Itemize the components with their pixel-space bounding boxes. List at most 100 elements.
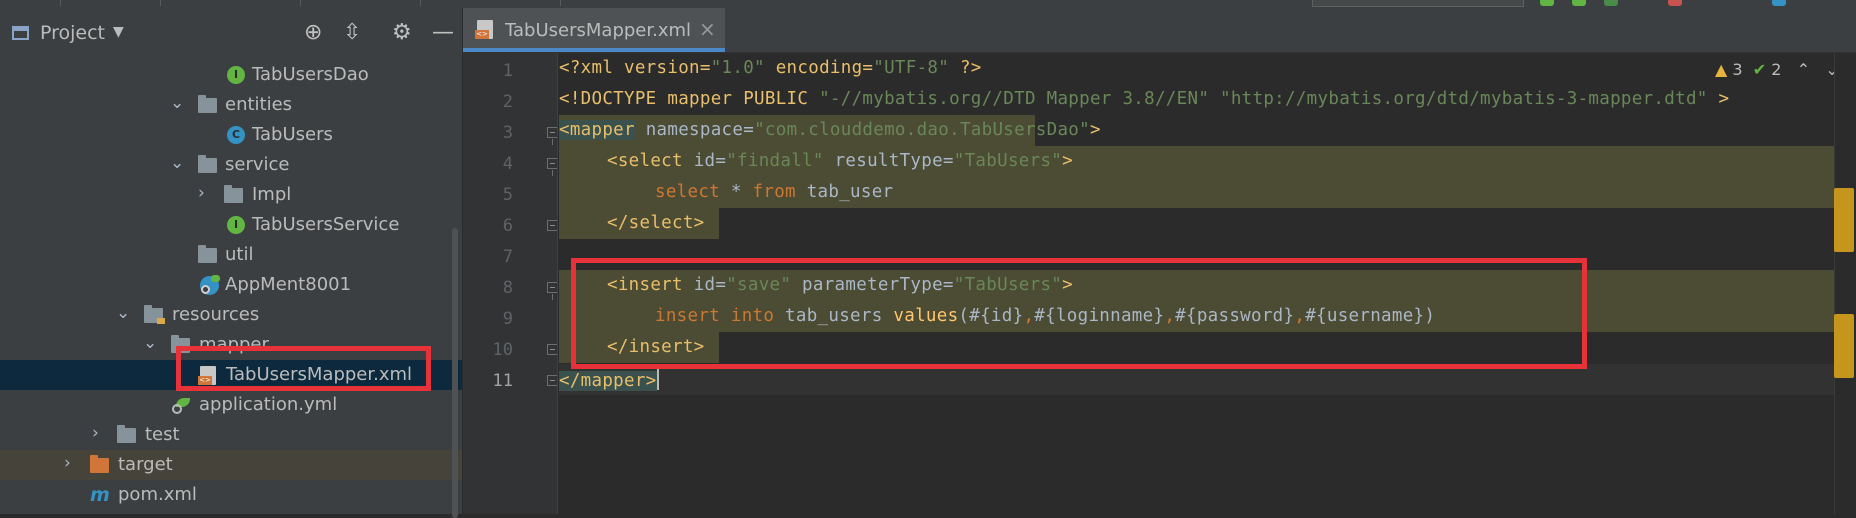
token: "findall" (726, 151, 824, 171)
token: tab_user (795, 182, 894, 202)
tree-item-label: pom.xml (118, 484, 197, 505)
token: > (1089, 120, 1101, 140)
tree-item-pom-xml[interactable]: m pom.xml (0, 480, 462, 510)
tree-item-label: AppMent8001 (225, 274, 352, 295)
check-icon: ✔ (1752, 60, 1767, 79)
token: "UTF-8" (873, 58, 950, 78)
collapse-all-icon[interactable]: ⇳ (343, 20, 361, 46)
tree-item-tabusersdao[interactable]: I TabUsersDao (0, 60, 462, 90)
scrollbar-marker[interactable] (1834, 314, 1854, 378)
tree-item-util[interactable]: util (0, 240, 462, 270)
xml-file-icon (475, 20, 493, 39)
run-icon[interactable] (1540, 0, 1554, 6)
tree-item-entities[interactable]: ⌄ entities (0, 90, 462, 120)
token: <?xml version= (559, 58, 711, 78)
tree-item-appment8001[interactable]: AppMent8001 (0, 270, 462, 300)
hide-icon[interactable]: — (432, 20, 454, 46)
annotation-box-tree-file (176, 346, 431, 391)
scrollbar-marker[interactable] (1834, 188, 1854, 252)
tree-item-label: util (225, 244, 254, 265)
chevron-down-icon[interactable]: ⌄ (116, 303, 130, 323)
resources-folder-icon (144, 305, 165, 324)
token: > (1707, 89, 1730, 109)
warning-count: 3 (1732, 60, 1743, 79)
project-structure-icon[interactable] (1772, 0, 1786, 6)
tree-item-impl[interactable]: › Impl (0, 180, 462, 210)
excluded-folder-icon (90, 455, 109, 473)
chevron-right-icon[interactable]: › (64, 453, 71, 473)
tree-item-service[interactable]: ⌄ service (0, 150, 462, 180)
run-configuration-selector[interactable] (1312, 0, 1524, 7)
token: <select (607, 151, 683, 171)
toolbar-separator (560, 0, 561, 6)
toolbar-separator (420, 0, 421, 6)
tree-item-tabusers[interactable]: C TabUsers (0, 120, 462, 150)
tree-item-resources[interactable]: ⌄ resources (0, 300, 462, 330)
chevron-right-icon[interactable]: › (92, 423, 99, 443)
folder-icon (117, 425, 136, 443)
text-caret (656, 368, 659, 390)
project-scrollbar[interactable] (452, 228, 458, 518)
interface-icon: I (227, 216, 245, 234)
caret-down-icon[interactable]: ▼ (113, 24, 124, 40)
tree-item-test[interactable]: › test (0, 420, 462, 450)
spring-boot-app-icon (200, 275, 220, 295)
tree-item-label: application.yml (199, 394, 338, 415)
tab-label: TabUsersMapper.xml (505, 20, 692, 41)
inspection-widget[interactable]: ▲ 3 ✔ 2 ⌃ ⌄ (1715, 60, 1839, 79)
tab-tabusersmapper-xml[interactable]: TabUsersMapper.xml × (463, 8, 725, 52)
token: encoding= (764, 58, 874, 78)
token: select (655, 182, 721, 202)
locate-icon[interactable]: ⊕ (304, 20, 322, 46)
maven-icon: m (90, 484, 110, 506)
toolbar-separator (300, 0, 301, 6)
tree-item-label: Impl (252, 184, 292, 205)
tree-item-label: TabUsers (252, 124, 333, 145)
code-line-1: <?xml version="1.0" encoding="UTF-8" ?> (559, 53, 1834, 84)
tree-item-label: service (225, 154, 290, 175)
folder-icon (198, 95, 217, 113)
token: </select> (607, 213, 705, 233)
class-icon: C (227, 126, 245, 144)
token: resultType= (823, 151, 954, 171)
token: ?> (949, 58, 982, 78)
tree-item-tabusersservice[interactable]: I TabUsersService (0, 210, 462, 240)
code-line-6: </select> (559, 208, 1834, 239)
token: mapper PUBLIC (667, 89, 820, 109)
interface-icon: I (227, 66, 245, 84)
project-panel-title[interactable]: Project (40, 22, 105, 44)
folder-icon (198, 155, 217, 173)
token: * (720, 182, 753, 202)
project-window-icon (12, 26, 29, 40)
chevron-up-icon[interactable]: ⌃ (1797, 60, 1810, 79)
code-line-5: select * from tab_user (559, 177, 1834, 208)
gear-icon[interactable]: ⚙ (392, 20, 412, 46)
tree-item-target[interactable]: › target (0, 450, 462, 480)
chevron-down-icon[interactable]: ⌄ (143, 333, 157, 353)
toolbar-separator (160, 0, 161, 6)
project-tool-window: Project ▼ ⊕ ⇳ ⚙ — I TabUsersDao ⌄ entiti… (0, 8, 462, 518)
token: "com.clouddemo.dao.TabUsersDao" (754, 120, 1090, 140)
check-count: 2 (1771, 60, 1782, 79)
editor-scrollbar[interactable] (1834, 53, 1856, 514)
stop-icon[interactable] (1668, 0, 1682, 6)
chevron-down-icon[interactable]: ⌄ (170, 153, 184, 173)
folder-icon (224, 185, 243, 203)
chevron-right-icon[interactable]: › (198, 183, 205, 203)
token: "-//mybatis.org//DTD Mapper 3.8//EN" (819, 89, 1210, 109)
debug-icon[interactable] (1572, 0, 1586, 6)
token: id= (682, 151, 727, 171)
tree-item-label: TabUsersService (252, 214, 400, 235)
coverage-icon[interactable] (1604, 0, 1618, 6)
annotation-box-insert-block (571, 258, 1587, 369)
close-icon[interactable]: × (699, 17, 716, 41)
code-line-4: <select id="findall" resultType="TabUser… (559, 146, 1834, 177)
tree-item-application-yml[interactable]: application.yml (0, 390, 462, 420)
chevron-down-icon[interactable]: ⌄ (170, 93, 184, 113)
editor-tab-bar: TabUsersMapper.xml × (463, 8, 1856, 53)
tree-item-label: test (145, 424, 180, 445)
token: "TabUsers" (953, 151, 1063, 171)
token: namespace= (634, 120, 755, 140)
token: "http://mybatis.org/dtd/mybatis-3-mapper… (1220, 89, 1708, 109)
